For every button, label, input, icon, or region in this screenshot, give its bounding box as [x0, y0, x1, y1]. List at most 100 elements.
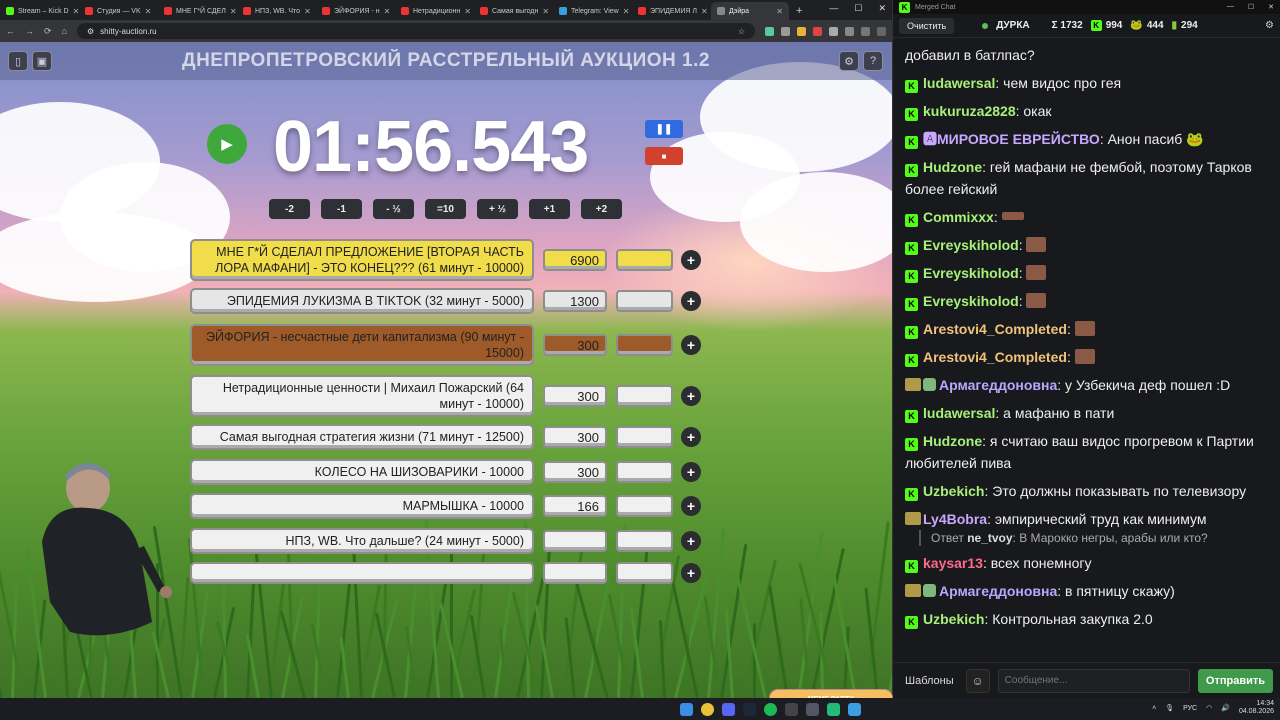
lot-add-amount-input[interactable] — [616, 249, 673, 271]
chat-username[interactable]: kukuruza2828 — [923, 103, 1016, 119]
browser-tab[interactable]: Самая выгодн ✕ — [474, 2, 552, 20]
lot-amount[interactable]: 6900 — [543, 249, 607, 271]
extension-icon[interactable] — [765, 26, 774, 36]
help-button[interactable]: ? — [863, 51, 883, 71]
lot-amount[interactable]: 300 — [543, 426, 607, 448]
time-step-button[interactable]: +1 — [529, 199, 570, 219]
lot-amount[interactable]: 300 — [543, 461, 607, 483]
lot-name[interactable]: МАРМЫШКА - 10000 — [190, 493, 534, 519]
time-step-button[interactable]: +2 — [581, 199, 622, 219]
browser-tab[interactable]: ЭЙФОРИЯ - н ✕ — [316, 2, 394, 20]
chat-username[interactable]: Evreyskiholod — [923, 293, 1019, 309]
volume-icon[interactable]: 🔊 — [1221, 704, 1230, 712]
minimize-icon[interactable]: — — [829, 3, 838, 14]
lot-add-amount-input[interactable] — [616, 562, 673, 584]
close-icon[interactable]: ✕ — [1268, 3, 1274, 11]
chat-username[interactable]: Ly4Bobra — [923, 511, 987, 527]
lot-add-amount-input[interactable] — [616, 461, 673, 483]
minimize-icon[interactable]: — — [1227, 3, 1234, 11]
chat-username[interactable]: Arestovi4_Completed — [923, 321, 1067, 337]
lot-name[interactable]: Самая выгодная стратегия жизни (71 минут… — [190, 424, 534, 450]
stop-button[interactable]: ■ — [645, 147, 683, 165]
clock[interactable]: 14:34 04.08.2026 — [1239, 700, 1274, 716]
time-step-button[interactable]: -2 — [269, 199, 310, 219]
reload-icon[interactable]: ⟳ — [44, 26, 52, 37]
lot-name[interactable]: КОЛЕСО НА ШИЗОВАРИКИ - 10000 — [190, 459, 534, 485]
browser-tab[interactable]: Студия — VK ✕ — [79, 2, 157, 20]
lot-name[interactable]: МНЕ Г*Й СДЕЛАЛ ПРЕДЛОЖЕНИЕ [ВТОРАЯ ЧАСТЬ… — [190, 239, 534, 281]
lot-amount[interactable] — [543, 530, 607, 552]
emoji-picker-button[interactable]: ☺ — [965, 668, 990, 693]
chat-username[interactable]: Arestovi4_Completed — [923, 349, 1067, 365]
wifi-icon[interactable]: ◠ — [1206, 704, 1212, 712]
back-icon[interactable]: ← — [6, 26, 15, 36]
chat-message-list[interactable]: добавил в батлпас? Kludawersal: чем видос… — [893, 40, 1280, 662]
lot-name[interactable] — [190, 562, 534, 584]
lot-amount[interactable] — [543, 562, 607, 584]
add-bid-button[interactable]: + — [681, 250, 701, 270]
app-icon[interactable] — [805, 702, 819, 716]
lot-amount[interactable]: 300 — [543, 385, 607, 407]
extension-icon[interactable] — [829, 26, 838, 36]
site-info-icon[interactable]: ⚙ — [87, 27, 94, 36]
tab-close-icon[interactable]: ✕ — [145, 7, 152, 16]
chat-username[interactable]: Hudzone — [923, 433, 982, 449]
tab-close-icon[interactable]: ✕ — [701, 7, 708, 16]
chevron-up-icon[interactable]: ˄ — [1152, 705, 1156, 712]
extension-icon[interactable] — [781, 26, 790, 36]
address-bar[interactable]: ⚙ shitty-auction.ru ☆ — [76, 23, 755, 39]
time-step-button[interactable]: -1 — [321, 199, 362, 219]
lot-name[interactable]: Нетрадиционные ценности | Михаил Пожарск… — [190, 375, 534, 417]
profile-icon[interactable] — [861, 26, 870, 36]
tab-close-icon[interactable]: ✕ — [542, 7, 549, 16]
browser-tab[interactable]: Дэйра ✕ — [711, 2, 789, 20]
add-bid-button[interactable]: + — [681, 531, 701, 551]
tab-close-icon[interactable]: ✕ — [464, 7, 471, 16]
lot-amount[interactable]: 300 — [543, 334, 607, 356]
add-bid-button[interactable]: + — [681, 563, 701, 583]
chat-username[interactable]: 🅰МИРОВОЕ ЕВРЕЙСТВО — [923, 131, 1100, 147]
lot-add-amount-input[interactable] — [616, 426, 673, 448]
chat-username[interactable]: Uzbekich — [923, 483, 984, 499]
spotify-icon[interactable] — [763, 702, 777, 716]
extension-icon[interactable] — [797, 26, 806, 36]
time-step-button[interactable]: - ½ — [373, 199, 414, 219]
download-icon[interactable] — [845, 26, 854, 36]
maximize-icon[interactable]: ☐ — [854, 3, 862, 14]
chat-username[interactable]: kaysar13 — [923, 555, 983, 571]
browser-tab[interactable]: НПЗ, WB. Что ✕ — [237, 2, 315, 20]
lot-add-amount-input[interactable] — [616, 334, 673, 356]
clear-chat-button[interactable]: Очистить — [899, 17, 955, 34]
sidebar-toggle-button[interactable]: ▯ — [8, 51, 28, 71]
lot-amount[interactable]: 166 — [543, 495, 607, 517]
menu-icon[interactable] — [877, 26, 886, 36]
add-bid-button[interactable]: + — [681, 496, 701, 516]
lot-name[interactable]: НПЗ, WB. Что дальше? (24 минут - 5000) — [190, 528, 534, 554]
tab-close-icon[interactable]: ✕ — [384, 7, 391, 16]
time-step-button[interactable]: =10 — [425, 199, 466, 219]
lot-add-amount-input[interactable] — [616, 530, 673, 552]
chat-username[interactable]: ludawersal — [923, 75, 995, 91]
chat-username[interactable]: Uzbekich — [923, 611, 984, 627]
browser-tab[interactable]: Stream – Kick D ✕ — [0, 2, 78, 20]
chat-username[interactable]: Commixxx — [923, 209, 994, 225]
language-indicator[interactable]: РУС — [1183, 705, 1197, 712]
add-bid-button[interactable]: + — [681, 386, 701, 406]
close-icon[interactable]: ✕ — [878, 3, 886, 14]
add-bid-button[interactable]: + — [681, 462, 701, 482]
chat-username[interactable]: Evreyskiholod — [923, 237, 1019, 253]
lot-name[interactable]: ЭЙФОРИЯ - несчастные дети капитализма (9… — [190, 324, 534, 366]
discord-icon[interactable] — [721, 702, 735, 716]
chrome-icon[interactable] — [700, 702, 714, 716]
play-button[interactable]: ▶ — [207, 124, 247, 164]
extension-icon[interactable] — [813, 26, 822, 36]
bookmark-star-icon[interactable]: ☆ — [738, 27, 745, 36]
pause-button[interactable]: ❚❚ — [645, 120, 683, 138]
lot-add-amount-input[interactable] — [616, 290, 673, 312]
app-icon[interactable] — [826, 702, 840, 716]
maximize-icon[interactable]: ☐ — [1248, 3, 1254, 11]
add-bid-button[interactable]: + — [681, 291, 701, 311]
browser-tab[interactable]: ЭПИДЕМИЯ Л ✕ — [632, 2, 710, 20]
tab-close-icon[interactable]: ✕ — [623, 7, 630, 16]
chat-username[interactable]: ludawersal — [923, 405, 995, 421]
